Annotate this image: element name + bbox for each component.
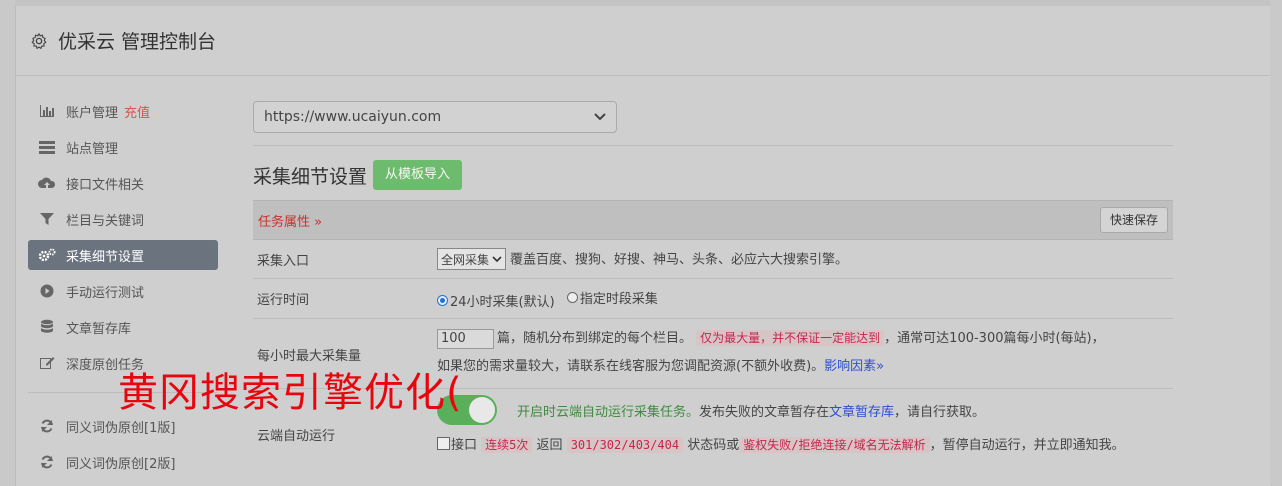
- sidebar: 账户管理 充值 站点管理 接口文件相关 栏目与关键词 采集细节设置 手动运行测试…: [28, 96, 218, 483]
- cloud-text-2: ，请自行获取。: [894, 404, 986, 420]
- row-content: 开启时云端自动运行采集任务。 发布失败的文章暂存在 文章暂存库 ，请自行获取。 接口 …: [437, 389, 1173, 475]
- sidebar-item-label: 账户管理: [66, 105, 119, 121]
- section-title: 采集细节设置: [253, 165, 368, 188]
- cloud-green-text: 开启时云端自动运行采集任务。: [517, 404, 700, 420]
- overlay-watermark-text: 黄冈搜索引擎优化(: [118, 370, 463, 416]
- code-errors: 鉴权失败/拒绝连接/域名无法解析: [739, 437, 930, 453]
- sidebar-item-account[interactable]: 账户管理 充值: [28, 96, 218, 126]
- import-template-button[interactable]: 从模板导入: [373, 160, 463, 190]
- notify-checkbox[interactable]: [437, 437, 450, 450]
- max-note: 仅为最大量，并不保证一定能达到: [696, 330, 885, 346]
- runtime-24h-radio[interactable]: 24小时采集(默认): [437, 291, 555, 310]
- main-content: https://www.ucaiyun.com 采集细节设置 从模板导入 任务属…: [253, 101, 1173, 475]
- row-content: 全网采集 覆盖百度、搜狗、好搜、神马、头条、必应六大搜索引擎。: [437, 240, 1173, 278]
- scrollbar[interactable]: [1270, 6, 1282, 484]
- chevron-down-icon: [492, 255, 502, 262]
- cloud-text-3: 返回: [536, 438, 563, 453]
- sidebar-item-label: 接口文件相关: [66, 177, 145, 193]
- article-store-link[interactable]: 文章暂存库: [829, 401, 894, 420]
- row-content: 100 篇，随机分布到绑定的每个栏目。 仅为最大量，并不保证一定能达到 ，通常可达1…: [437, 319, 1173, 388]
- row-label: 采集入口: [257, 253, 310, 269]
- play-circle-icon: [38, 283, 56, 299]
- sidebar-item-collect-settings[interactable]: 采集细节设置: [28, 240, 218, 270]
- sidebar-item-sites[interactable]: 站点管理: [28, 132, 218, 162]
- bar-chart-icon: [38, 103, 56, 119]
- server-icon: [38, 139, 56, 155]
- max-text-2: ，通常可达100-300篇每小时(每站)，: [884, 331, 1105, 346]
- code-status-codes: 301/302/403/404: [566, 437, 684, 453]
- section-header: 采集细节设置 从模板导入: [253, 160, 1173, 190]
- max-text-3: 如果您的需求量较大，请联系在线客服为您调配资源(不额外收费)。: [437, 359, 825, 374]
- radio-label: 24小时采集(默认): [450, 294, 555, 310]
- gears-icon: [38, 247, 56, 263]
- refresh-icon: [38, 454, 56, 470]
- divider: [253, 145, 1173, 146]
- sidebar-item-article-store[interactable]: 文章暂存库: [28, 312, 218, 342]
- chevron-double-down-icon: »: [876, 359, 885, 374]
- max-per-hour-input[interactable]: 100: [437, 329, 494, 349]
- sidebar-item-label: 采集细节设置: [66, 249, 145, 265]
- radio-dot: [566, 291, 578, 303]
- filter-icon: [38, 211, 56, 227]
- row-runtime: 运行时间 24小时采集(默认) 指定时段采集: [253, 279, 1173, 319]
- sidebar-item-label: 栏目与关键词: [66, 213, 145, 229]
- cloud-text-4: 状态码或: [687, 438, 740, 453]
- radio-dot: [437, 294, 448, 306]
- quick-save-button[interactable]: 快速保存: [1099, 207, 1168, 233]
- page-header: 优采云 管理控制台: [16, 6, 1271, 76]
- row-content: 24小时采集(默认) 指定时段采集: [437, 279, 1173, 318]
- database-icon: [38, 319, 56, 335]
- recharge-link[interactable]: 充值: [124, 102, 150, 121]
- cloud-text: 发布失败的文章暂存在: [699, 404, 830, 420]
- site-select[interactable]: https://www.ucaiyun.com: [253, 101, 617, 133]
- checkbox-label: 接口: [451, 438, 478, 453]
- sidebar-item-api-files[interactable]: 接口文件相关: [28, 168, 218, 198]
- cloud-text-5: ，暂停自动运行，并立即通知我。: [929, 438, 1125, 453]
- code-consecutive: 连续5次: [481, 437, 533, 453]
- row-entry: 采集入口 全网采集 覆盖百度、搜狗、好搜、神马、头条、必应六大搜索引擎。: [253, 240, 1173, 279]
- gear-icon: [28, 30, 50, 52]
- max-text: 篇，随机分布到绑定的每个栏目。: [497, 331, 693, 346]
- radio-label: 指定时段采集: [579, 291, 658, 307]
- edit-icon: [38, 355, 56, 371]
- task-attributes-bar: 任务属性 » 快速保存: [253, 200, 1173, 240]
- cloud-upload-icon: [38, 175, 56, 191]
- page-title: 优采云 管理控制台: [58, 31, 217, 53]
- entry-desc: 覆盖百度、搜狗、好搜、神马、头条、必应六大搜索引擎。: [510, 252, 849, 268]
- sidebar-item-label: 同义词伪原创[2版]: [66, 456, 176, 472]
- task-attributes-toggle[interactable]: 任务属性 »: [258, 211, 322, 230]
- refresh-icon: [38, 418, 56, 434]
- sidebar-item-manual-run[interactable]: 手动运行测试: [28, 276, 218, 306]
- sidebar-item-label: 手动运行测试: [66, 285, 145, 301]
- chevron-down-icon: [594, 109, 606, 125]
- sidebar-item-label: 文章暂存库: [66, 321, 132, 337]
- sidebar-item-label: 同义词伪原创[1版]: [66, 420, 176, 436]
- entry-select-value: 全网采集: [441, 252, 490, 267]
- sidebar-item-synonym-v2[interactable]: 同义词伪原创[2版]: [28, 447, 218, 477]
- runtime-custom-radio[interactable]: 指定时段采集: [566, 288, 658, 307]
- sidebar-item-label: 站点管理: [66, 141, 119, 157]
- impact-factors-link[interactable]: 影响因素: [824, 359, 876, 374]
- row-label: 运行时间: [257, 293, 310, 308]
- site-select-value: https://www.ucaiyun.com: [264, 109, 442, 125]
- entry-select[interactable]: 全网采集: [437, 248, 507, 270]
- sidebar-item-columns-keywords[interactable]: 栏目与关键词: [28, 204, 218, 234]
